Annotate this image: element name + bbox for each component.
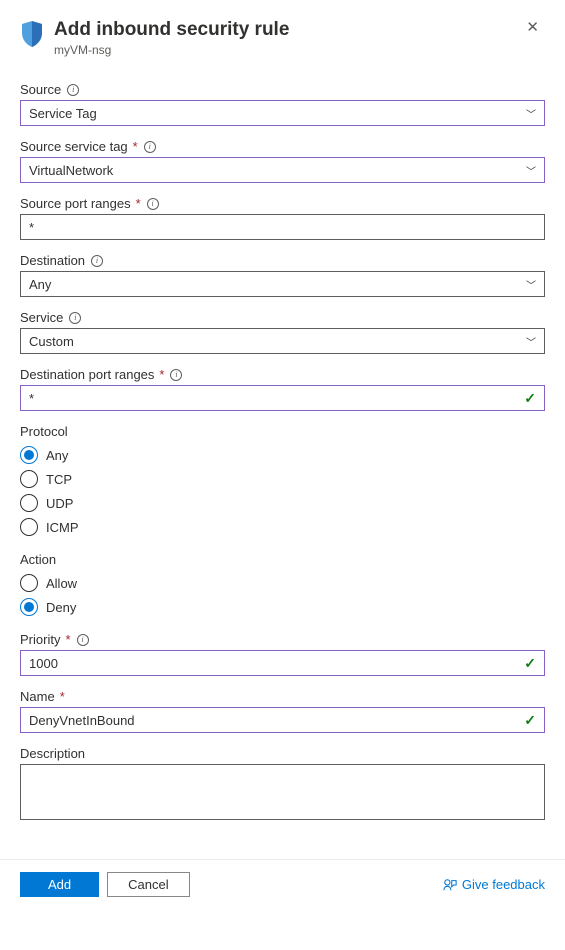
form-body: Source i Service Tag ﹀ Source service ta… (0, 65, 565, 843)
close-icon[interactable]: ✕ (520, 18, 545, 37)
source-label: Source i (20, 82, 545, 97)
checkmark-icon: ✓ (524, 390, 536, 407)
cancel-button[interactable]: Cancel (107, 872, 189, 897)
protocol-label: Protocol (20, 424, 545, 439)
protocol-radio-tcp[interactable]: TCP (20, 467, 545, 491)
give-feedback-link[interactable]: Give feedback (443, 877, 545, 892)
source-service-tag-label: Source service tag* i (20, 139, 545, 154)
chevron-down-icon: ﹀ (526, 106, 536, 121)
destination-select[interactable]: Any ﹀ (20, 271, 545, 297)
priority-label: Priority* i (20, 632, 545, 647)
destination-port-ranges-input[interactable]: * ✓ (20, 385, 545, 411)
description-textarea[interactable] (20, 764, 545, 820)
chevron-down-icon: ﹀ (526, 163, 536, 178)
add-button[interactable]: Add (20, 872, 99, 897)
name-label: Name* (20, 689, 545, 704)
protocol-radio-group: Any TCP UDP ICMP (20, 443, 545, 539)
service-select[interactable]: Custom ﹀ (20, 328, 545, 354)
info-icon[interactable]: i (144, 141, 156, 153)
priority-input[interactable]: 1000 ✓ (20, 650, 545, 676)
source-port-ranges-label: Source port ranges* i (20, 196, 545, 211)
source-select[interactable]: Service Tag ﹀ (20, 100, 545, 126)
checkmark-icon: ✓ (524, 655, 536, 672)
name-input[interactable]: DenyVnetInBound ✓ (20, 707, 545, 733)
destination-port-ranges-label: Destination port ranges* i (20, 367, 545, 382)
source-port-ranges-input[interactable]: * (20, 214, 545, 240)
info-icon[interactable]: i (91, 255, 103, 267)
action-radio-deny[interactable]: Deny (20, 595, 545, 619)
service-label: Service i (20, 310, 545, 325)
action-radio-group: Allow Deny (20, 571, 545, 619)
action-label: Action (20, 552, 545, 567)
destination-label: Destination i (20, 253, 545, 268)
source-service-tag-select[interactable]: VirtualNetwork ﹀ (20, 157, 545, 183)
protocol-radio-any[interactable]: Any (20, 443, 545, 467)
info-icon[interactable]: i (170, 369, 182, 381)
blade-subtitle: myVM-nsg (54, 43, 510, 57)
checkmark-icon: ✓ (524, 712, 536, 729)
description-label: Description (20, 746, 545, 761)
chevron-down-icon: ﹀ (526, 334, 536, 349)
info-icon[interactable]: i (147, 198, 159, 210)
blade-header: Add inbound security rule myVM-nsg ✕ (0, 0, 565, 65)
feedback-icon (443, 878, 457, 892)
action-radio-allow[interactable]: Allow (20, 571, 545, 595)
info-icon[interactable]: i (77, 634, 89, 646)
protocol-radio-udp[interactable]: UDP (20, 491, 545, 515)
footer-bar: Add Cancel Give feedback (0, 859, 565, 909)
info-icon[interactable]: i (69, 312, 81, 324)
info-icon[interactable]: i (67, 84, 79, 96)
chevron-down-icon: ﹀ (526, 277, 536, 292)
protocol-radio-icmp[interactable]: ICMP (20, 515, 545, 539)
blade-title: Add inbound security rule (54, 18, 510, 42)
shield-icon (20, 20, 44, 51)
